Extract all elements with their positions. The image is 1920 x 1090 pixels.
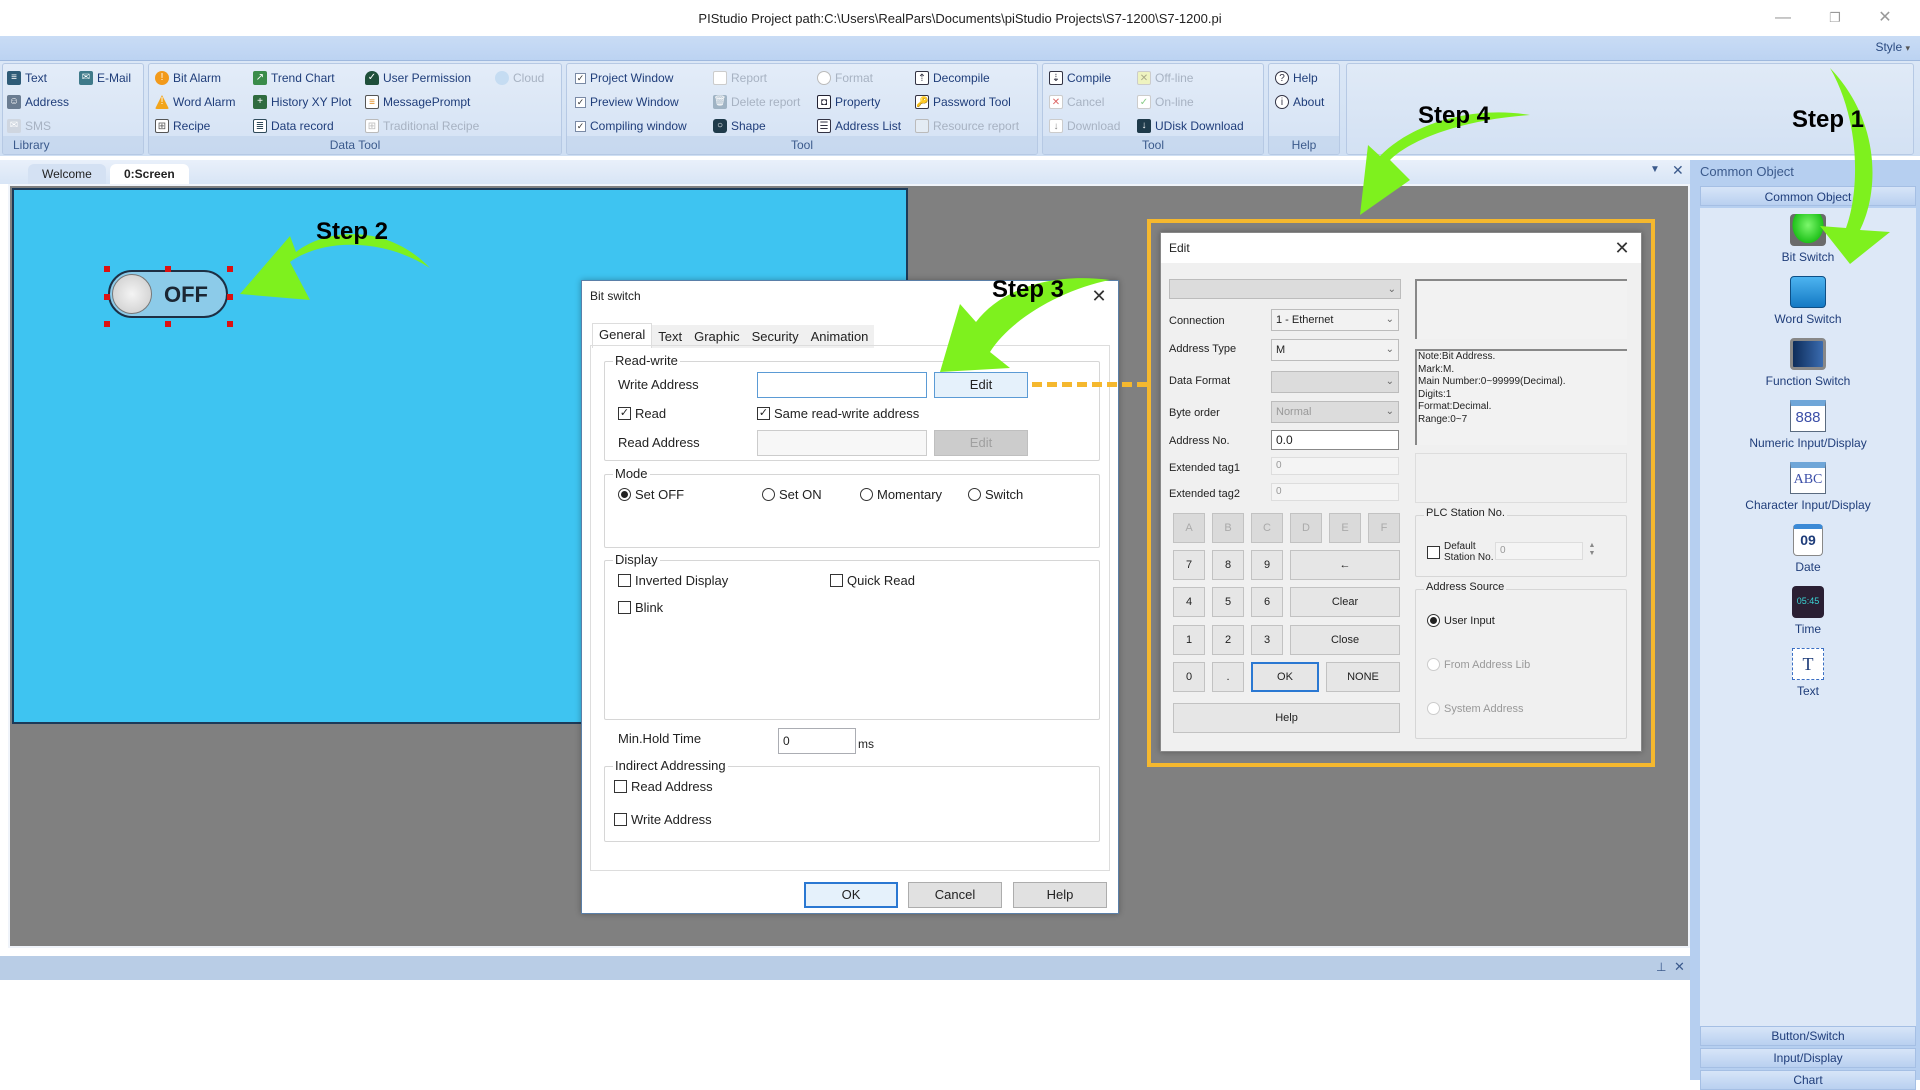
step2-label: Step 2 — [316, 218, 389, 245]
step4-label: Step 4 — [1418, 102, 1491, 129]
step1-label: Step 1 — [1792, 106, 1865, 133]
step1-arrow — [1820, 68, 1890, 264]
annotation-overlay — [240, 68, 1890, 372]
step3-label: Step 3 — [992, 276, 1065, 303]
